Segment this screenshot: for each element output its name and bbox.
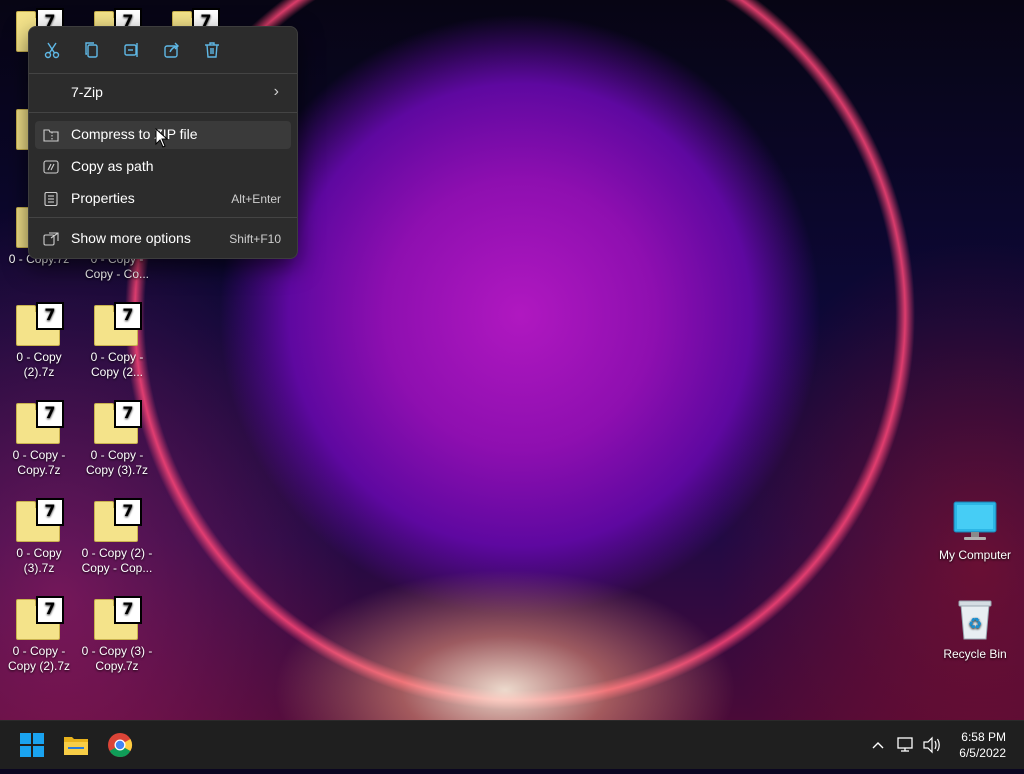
properties-icon — [44, 192, 58, 206]
start-button[interactable] — [16, 729, 48, 761]
network-icon — [897, 737, 913, 752]
svg-text:♻: ♻ — [968, 614, 982, 633]
icon-label-line: Copy.7z — [95, 659, 139, 673]
network-button[interactable] — [896, 721, 916, 769]
menu-item-label: Show more options — [71, 230, 191, 246]
archive-icon: 7 — [14, 302, 64, 346]
cut-button[interactable] — [39, 39, 65, 61]
speaker-icon — [923, 736, 940, 754]
desktop-icon-7z[interactable]: 7 0 - Copy (2).7z — [0, 302, 78, 380]
icon-label-line: 0 - Copy - — [12, 448, 66, 462]
folder-icon — [64, 737, 88, 755]
show-hidden-icons-button[interactable] — [870, 721, 888, 769]
archive-icon: 7 — [92, 302, 142, 346]
desktop-icon-7z[interactable]: 7 0 - Copy (3).7z — [0, 498, 78, 576]
menu-item-label: Properties — [71, 190, 135, 206]
desktop-icon-7z[interactable]: 7 0 - Copy - Copy (3).7z — [78, 400, 156, 478]
windows-logo-icon — [20, 733, 44, 757]
cut-icon — [44, 42, 60, 59]
desktop-icon-7z[interactable]: 7 0 - Copy (2) - Copy - Cop... — [78, 498, 156, 576]
menu-item-7zip[interactable]: 7-Zip › — [35, 79, 291, 107]
show-more-icon — [43, 232, 59, 246]
desktop-icon-my-computer[interactable]: My Computer — [932, 500, 1018, 563]
rename-icon — [124, 43, 138, 57]
archive-icon: 7 — [14, 596, 64, 640]
chrome-icon — [108, 733, 133, 758]
icon-label-line: Copy (3).7z — [85, 463, 149, 477]
copy-path-icon — [43, 160, 59, 174]
icon-label-line: 0 - Copy — [16, 350, 62, 364]
menu-item-shortcut: Alt+Enter — [231, 192, 281, 206]
icon-label-line: Copy - Co... — [84, 267, 150, 281]
mouse-cursor-icon — [155, 128, 169, 148]
share-icon — [164, 42, 179, 58]
icon-label: Recycle Bin — [943, 647, 1007, 661]
share-button[interactable] — [159, 39, 185, 61]
zip-folder-icon — [43, 129, 59, 142]
archive-icon: 7 — [14, 400, 64, 444]
clock-button[interactable]: 6:58 PM 6/5/2022 — [959, 729, 1006, 761]
menu-item-properties[interactable]: Properties Alt+Enter — [35, 185, 291, 213]
rename-button[interactable] — [119, 39, 145, 61]
icon-label-line: 0 - Copy (3) - — [81, 644, 153, 658]
menu-divider — [29, 112, 297, 113]
menu-item-label: 7-Zip — [71, 84, 103, 100]
archive-icon: 7 — [14, 498, 64, 542]
icon-label-line: 0 - Copy (2) - — [81, 546, 153, 560]
taskbar: 6:58 PM 6/5/2022 — [0, 720, 1024, 769]
desktop-icon-7z[interactable]: 7 0 - Copy - Copy (2... — [78, 302, 156, 380]
monitor-icon — [953, 501, 997, 540]
menu-divider — [29, 217, 297, 218]
icon-label-line: Copy.7z — [17, 463, 61, 477]
icon-label-line: Copy (2).7z — [7, 659, 71, 673]
menu-item-copy-as-path[interactable]: Copy as path — [35, 153, 291, 181]
chevron-up-icon — [872, 742, 884, 749]
icon-label-line: 0 - Copy - — [90, 448, 144, 462]
clock-time: 6:58 PM — [961, 730, 1006, 744]
recycle-bin-icon: ♻ — [958, 600, 992, 640]
context-menu-toolbar — [29, 27, 297, 73]
volume-button[interactable] — [922, 721, 942, 769]
menu-divider — [29, 73, 297, 74]
delete-icon — [205, 42, 219, 58]
file-explorer-button[interactable] — [60, 729, 92, 761]
icon-label-line: (2).7z — [23, 365, 55, 379]
menu-item-label: Compress to ZIP file — [71, 126, 198, 142]
archive-icon: 7 — [92, 400, 142, 444]
menu-item-shortcut: Shift+F10 — [229, 232, 281, 246]
desktop-icon-7z[interactable]: 7 0 - Copy (3) - Copy.7z — [78, 596, 156, 674]
chrome-button[interactable] — [104, 729, 136, 761]
delete-button[interactable] — [199, 39, 225, 61]
archive-icon: 7 — [92, 498, 142, 542]
desktop-icon-7z[interactable]: 7 0 - Copy - Copy.7z — [0, 400, 78, 478]
chevron-right-icon: › — [273, 83, 279, 100]
desktop-icon-7z[interactable]: 7 0 - Copy - Copy (2).7z — [0, 596, 78, 674]
menu-item-label: Copy as path — [71, 158, 154, 174]
menu-item-show-more-options[interactable]: Show more options Shift+F10 — [35, 225, 291, 253]
icon-label-line: 0 - Copy — [16, 546, 62, 560]
copy-button[interactable] — [79, 39, 105, 61]
archive-icon: 7 — [92, 596, 142, 640]
clock-date: 6/5/2022 — [959, 746, 1006, 760]
icon-label: My Computer — [938, 548, 1012, 562]
icon-label-line: 0 - Copy - — [12, 644, 66, 658]
icon-label-line: Copy (2... — [90, 365, 144, 379]
desktop-icon-recycle-bin[interactable]: ♻ Recycle Bin — [932, 597, 1018, 662]
copy-icon — [85, 42, 98, 58]
icon-label-line: Copy - Cop... — [81, 561, 153, 575]
icon-label-line: 0 - Copy - — [90, 350, 144, 364]
icon-label-line: (3).7z — [23, 561, 55, 575]
